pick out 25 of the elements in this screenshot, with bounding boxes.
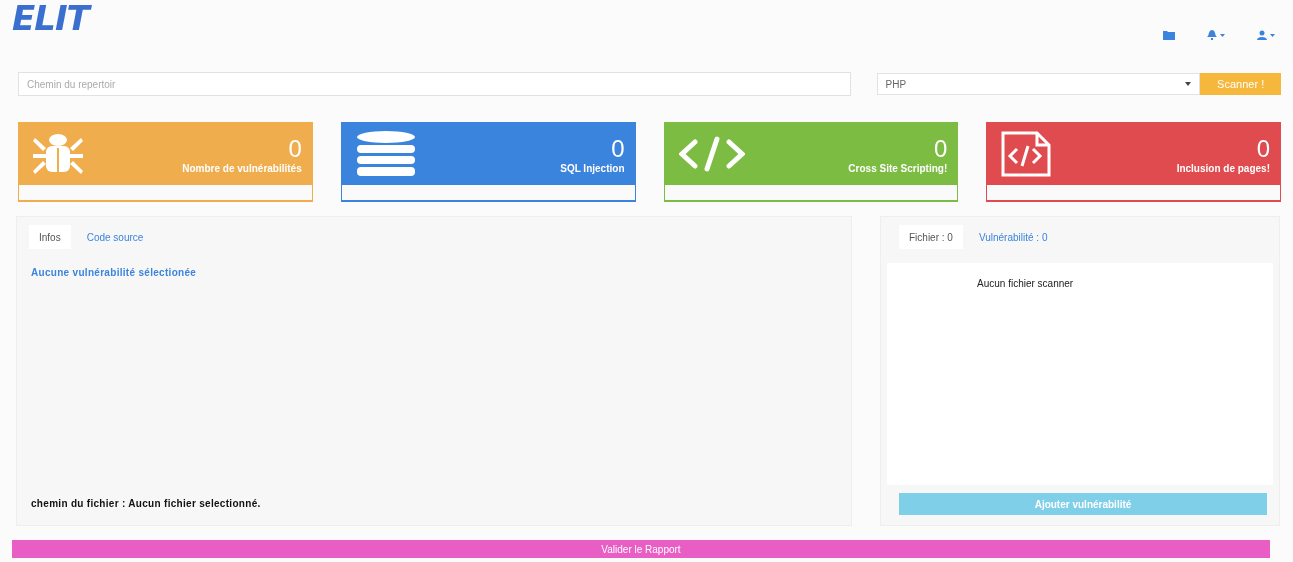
- validate-button[interactable]: Valider le Rapport: [12, 540, 1270, 558]
- tab[interactable]: Infos: [29, 225, 71, 249]
- tab[interactable]: Fichier : 0: [899, 225, 963, 249]
- tab[interactable]: Vulnérabilité : 0: [968, 225, 1058, 249]
- stat-count: 0: [611, 134, 625, 163]
- stat-label: SQL Injection: [560, 162, 625, 174]
- stat-label: Nombre de vulnérabilités: [182, 162, 302, 174]
- language-select[interactable]: PHP: [876, 73, 1201, 95]
- tab[interactable]: Code source: [76, 225, 154, 249]
- code-icon: [678, 136, 745, 172]
- stat-count: 0: [1256, 134, 1270, 163]
- stat-count: 0: [933, 134, 948, 163]
- empty-message: Aucun fichier scanner: [977, 278, 1074, 289]
- file-code-icon: [1001, 131, 1052, 177]
- user-icon[interactable]: [1257, 30, 1275, 40]
- stat-label: Cross Site Scripting!: [848, 162, 948, 174]
- bell-icon[interactable]: [1207, 30, 1225, 40]
- file-path-text: chemin du fichier : Aucun fichier selectionné.: [31, 498, 262, 509]
- bug-icon: [33, 132, 83, 176]
- database-icon: [355, 131, 416, 177]
- status-message: Aucune vulnérabilité sélectionée: [31, 267, 198, 278]
- path-field[interactable]: Chemin du repertoir: [18, 72, 851, 96]
- stat-label: Inclusion de pages!: [1176, 162, 1270, 174]
- stat-count: 0: [288, 134, 302, 163]
- folder-icon[interactable]: [1163, 30, 1175, 40]
